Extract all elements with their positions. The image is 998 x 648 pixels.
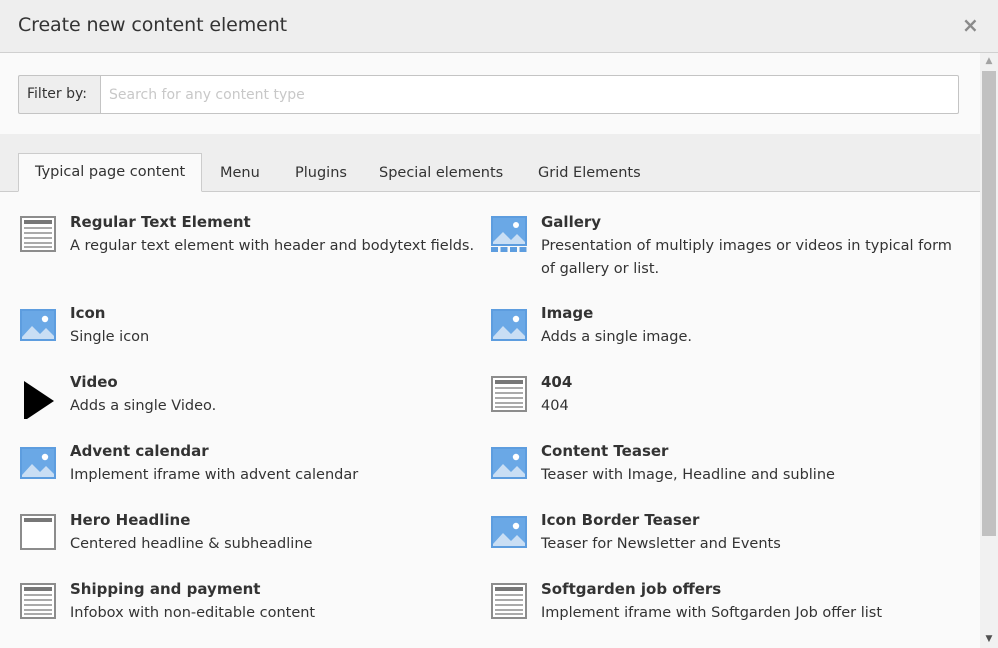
element-name: Image xyxy=(541,304,594,322)
element-description: Adds a single Video. xyxy=(70,398,217,414)
modal-title: Create new content element xyxy=(18,14,288,36)
element-description: Implement iframe with advent calendar xyxy=(70,467,359,483)
filter-label: Filter by: xyxy=(18,75,100,114)
tab-plugins[interactable]: Plugins xyxy=(279,154,363,192)
element-name: Content Teaser xyxy=(541,442,669,460)
element-name: Advent calendar xyxy=(70,442,209,460)
tab-special-elements[interactable]: Special elements xyxy=(363,154,519,192)
image-icon xyxy=(20,447,56,479)
element-description: A regular text element with header and b… xyxy=(70,238,475,254)
vertical-scrollbar[interactable]: ▲ ▼ xyxy=(980,53,998,648)
element-name: Icon xyxy=(70,304,106,322)
text-icon xyxy=(20,216,56,252)
tab-grid-elements[interactable]: Grid Elements xyxy=(522,154,657,192)
tab-bar: Typical page content Menu Plugins Specia… xyxy=(0,134,980,192)
content-element-grid: Regular Text Element A regular text elem… xyxy=(0,192,980,648)
element-name: Hero Headline xyxy=(70,511,191,529)
element-description: Single icon xyxy=(70,329,150,345)
image-icon xyxy=(491,447,527,479)
filter-bar: Filter by: xyxy=(0,53,980,134)
element-name: Shipping and payment xyxy=(70,580,261,598)
scroll-down-icon[interactable]: ▼ xyxy=(980,631,998,648)
element-name: 404 xyxy=(541,373,573,391)
element-name: Softgarden job offers xyxy=(541,580,722,598)
modal-body: Filter by: Typical page content Menu Plu… xyxy=(0,53,980,648)
image-icon xyxy=(491,309,527,341)
scrollbar-thumb[interactable] xyxy=(982,71,996,536)
text-icon xyxy=(491,583,527,619)
text-icon xyxy=(491,376,527,412)
element-description: Infobox with non-editable content xyxy=(70,605,316,621)
element-description: Presentation of multiply images or video… xyxy=(541,238,952,277)
play-icon xyxy=(24,381,54,419)
search-input[interactable] xyxy=(100,75,959,114)
element-description: Adds a single image. xyxy=(541,329,693,345)
header-icon xyxy=(20,514,56,550)
text-icon xyxy=(20,583,56,619)
image-icon xyxy=(491,516,527,548)
element-description: Centered headline & subheadline xyxy=(70,536,313,552)
element-description: 404 xyxy=(541,398,569,414)
element-description: Teaser with Image, Headline and subline xyxy=(541,467,835,483)
modal-header: Create new content element × xyxy=(0,0,998,53)
element-description: Implement iframe with Softgarden Job off… xyxy=(541,605,883,621)
element-description: Teaser for Newsletter and Events xyxy=(541,536,781,552)
element-name: Regular Text Element xyxy=(70,213,251,231)
element-name: Gallery xyxy=(541,213,602,231)
element-name: Icon Border Teaser xyxy=(541,511,700,529)
gallery-icon xyxy=(491,216,527,252)
close-icon[interactable]: × xyxy=(962,15,979,35)
tab-menu[interactable]: Menu xyxy=(204,154,276,192)
tab-typical-page-content[interactable]: Typical page content xyxy=(18,153,203,192)
image-icon xyxy=(20,309,56,341)
scroll-up-icon[interactable]: ▲ xyxy=(980,53,998,70)
element-name: Video xyxy=(70,373,118,391)
